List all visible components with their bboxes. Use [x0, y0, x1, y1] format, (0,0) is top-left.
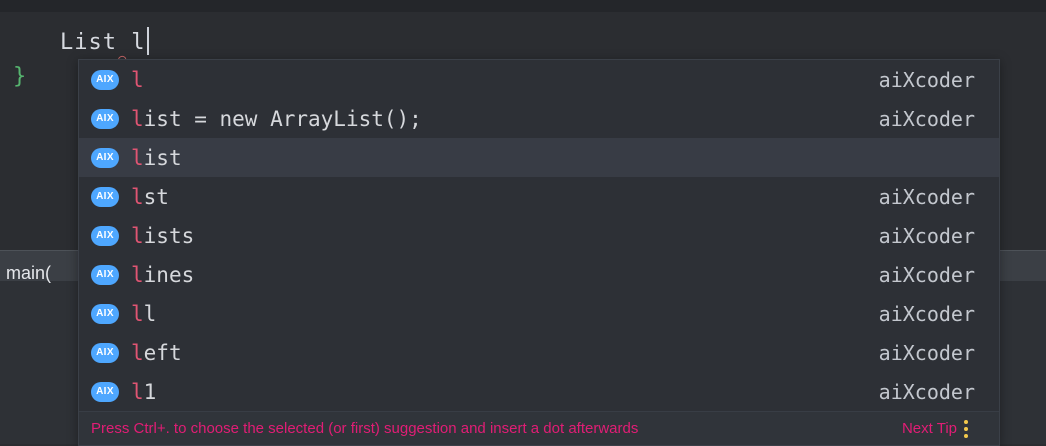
more-vertical-icon[interactable] [957, 419, 975, 439]
completion-item[interactable]: AIX lst aiXcoder [79, 177, 999, 216]
completion-source: aiXcoder [878, 301, 975, 326]
completion-text: l1 [131, 380, 835, 404]
completion-rest: eft [143, 340, 182, 365]
aixcoder-icon: AIX [91, 69, 119, 90]
completion-item[interactable]: AIX l1 aiXcoder [79, 372, 999, 411]
completion-text: l [131, 68, 835, 92]
code-line[interactable]: List l ⌒ [60, 27, 150, 67]
completion-prefix: l [131, 184, 144, 209]
closing-brace: } [13, 64, 27, 89]
completion-footer: Press Ctrl+. to choose the selected (or … [79, 411, 999, 445]
completion-item[interactable]: AIX lines aiXcoder [79, 255, 999, 294]
completion-rest: ist [143, 145, 182, 170]
completion-text: lists [131, 224, 835, 248]
completion-rest: ines [143, 262, 195, 287]
completion-text: lst [131, 185, 835, 209]
aixcoder-icon: AIX [91, 147, 119, 168]
completion-text: lines [131, 263, 835, 287]
completion-item[interactable]: AIX list = new ArrayList(); aiXcoder [79, 99, 999, 138]
code-text: List l [60, 30, 146, 55]
completion-text: left [131, 341, 835, 365]
completion-text: list = new ArrayList(); [131, 107, 835, 131]
text-caret [147, 27, 150, 55]
aixcoder-icon: AIX [91, 186, 119, 207]
aixcoder-icon: AIX [91, 342, 119, 363]
aixcoder-icon: AIX [91, 381, 119, 402]
completion-source: aiXcoder [878, 223, 975, 248]
aixcoder-icon: AIX [91, 303, 119, 324]
top-strip [0, 0, 1046, 12]
completion-prefix: l [131, 67, 144, 92]
aixcoder-icon: AIX [91, 225, 119, 246]
completion-prefix: l [131, 145, 144, 170]
completion-item[interactable]: AIX ll aiXcoder [79, 294, 999, 333]
completion-text: ll [131, 302, 835, 326]
completion-item[interactable]: AIX list [79, 138, 999, 177]
completion-source: aiXcoder [878, 184, 975, 209]
completion-source: aiXcoder [878, 67, 975, 92]
completion-item[interactable]: AIX lists aiXcoder [79, 216, 999, 255]
completion-rest: l [143, 301, 157, 326]
completion-source: aiXcoder [878, 262, 975, 287]
completion-prefix: l [131, 340, 144, 365]
next-tip-link[interactable]: Next Tip [902, 420, 957, 437]
completion-prefix: l [131, 262, 144, 287]
completion-rest: ists [143, 223, 195, 248]
completion-rest: ist = new ArrayList(); [143, 106, 422, 131]
completion-source: aiXcoder [878, 379, 975, 404]
completion-popup[interactable]: AIX l aiXcoder AIX list = new ArrayList(); ai… [78, 59, 1000, 446]
main-method-label: main( [6, 263, 52, 283]
completion-rest: st [143, 184, 169, 209]
completion-prefix: l [131, 223, 144, 248]
aixcoder-icon: AIX [91, 264, 119, 285]
completion-prefix: l [131, 106, 144, 131]
footer-hint: Press Ctrl+. to choose the selected (or … [91, 420, 639, 437]
completion-source: aiXcoder [878, 340, 975, 365]
completion-prefix: l [131, 301, 144, 326]
completion-prefix: l [131, 379, 144, 404]
completion-text: list [131, 146, 835, 170]
completion-item[interactable]: AIX l aiXcoder [79, 60, 999, 99]
completion-source: aiXcoder [878, 106, 975, 131]
completion-item[interactable]: AIX left aiXcoder [79, 333, 999, 372]
completion-rest: 1 [143, 379, 157, 404]
aixcoder-icon: AIX [91, 108, 119, 129]
